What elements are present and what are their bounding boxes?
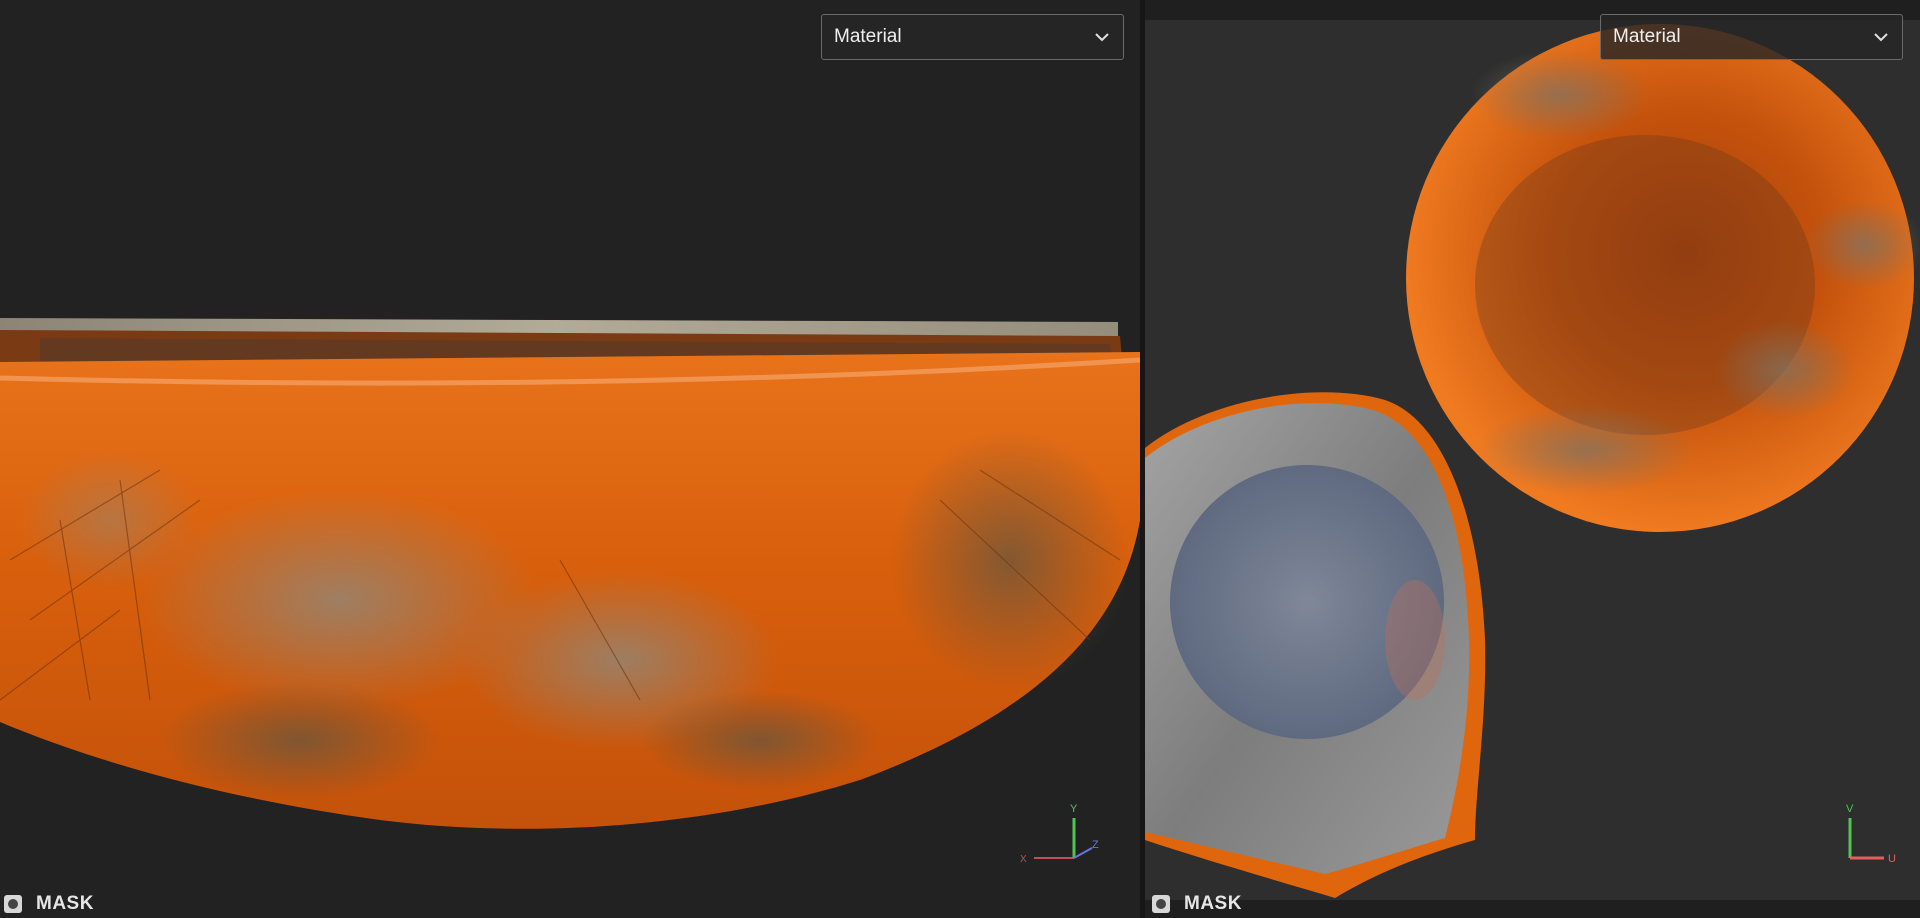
axis-v-label: V — [1846, 803, 1854, 815]
dropdown-selected-label: Material — [1613, 26, 1681, 47]
channel-dropdown-3d[interactable]: Material — [821, 14, 1124, 60]
axis-y-label: Y — [1070, 803, 1078, 815]
axis-z-label: Z — [1092, 839, 1099, 851]
channel-dropdown-uv[interactable]: Material — [1600, 14, 1903, 60]
axis-gizmo-uv: V U — [1846, 803, 1896, 865]
mask-label: MASK — [36, 893, 94, 914]
axis-gizmo-3d: Y X Z — [1020, 803, 1099, 865]
mask-label: MASK — [1184, 893, 1242, 914]
viewport-3d[interactable]: Material Y X Z — [0, 0, 1140, 918]
mask-icon — [4, 895, 22, 913]
mask-icon — [1152, 895, 1170, 913]
uv-bottom-bar — [1145, 900, 1920, 918]
chevron-down-icon — [1095, 33, 1109, 42]
axis-u-label: U — [1888, 853, 1896, 865]
bowl-3d-model[interactable] — [0, 0, 1140, 918]
dropdown-selected-label: Material — [834, 26, 902, 47]
mask-toggle-uv[interactable]: MASK — [1152, 890, 1242, 918]
chevron-down-icon — [1874, 33, 1888, 42]
mask-toggle-3d[interactable]: MASK — [4, 890, 94, 918]
viewport-uv[interactable]: V U — [1145, 0, 1920, 918]
uv-islands[interactable] — [1145, 0, 1920, 918]
axis-x-label: X — [1020, 854, 1027, 865]
